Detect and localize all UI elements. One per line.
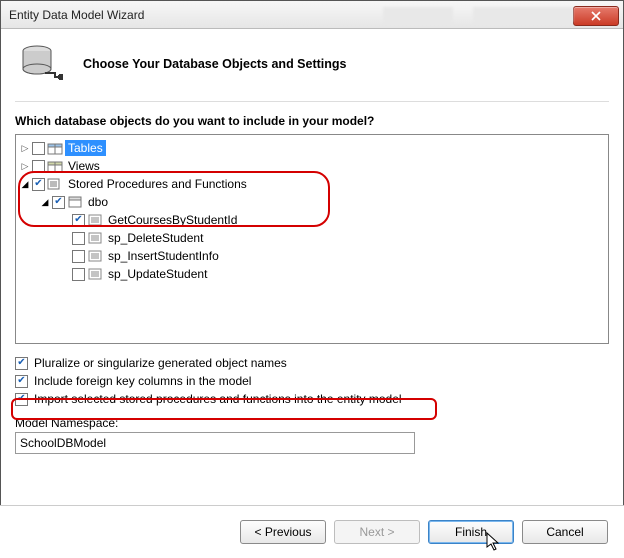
database-icon	[19, 41, 65, 87]
checkbox[interactable]: ✔	[32, 178, 45, 191]
close-icon	[591, 11, 601, 21]
tree-node-tables[interactable]: ▷ Tables	[20, 139, 604, 157]
tree-label: sp_UpdateStudent	[105, 266, 210, 282]
checkbox[interactable]	[72, 250, 85, 263]
collapse-caret-icon[interactable]: ◢	[20, 179, 30, 189]
window-close-button[interactable]	[573, 6, 619, 26]
sproc-icon	[87, 249, 103, 263]
tree-label: GetCoursesByStudentId	[105, 212, 240, 228]
wizard-footer: < Previous Next > Finish Cancel	[0, 505, 624, 558]
option-label: Include foreign key columns in the model	[34, 374, 251, 388]
schema-icon	[67, 195, 83, 209]
folder-views-icon	[47, 159, 63, 173]
option-label: Import selected stored procedures and fu…	[34, 392, 402, 406]
checkbox[interactable]: ✔	[15, 357, 28, 370]
checkbox[interactable]: ✔	[15, 393, 28, 406]
checkbox[interactable]	[72, 268, 85, 281]
option-label: Pluralize or singularize generated objec…	[34, 356, 287, 370]
sproc-icon	[87, 213, 103, 227]
sproc-icon	[87, 267, 103, 281]
cancel-button[interactable]: Cancel	[522, 520, 608, 544]
wizard-header: Choose Your Database Objects and Setting…	[15, 39, 609, 102]
option-foreign-keys[interactable]: ✔ Include foreign key columns in the mod…	[15, 374, 609, 388]
tree-label: sp_InsertStudentInfo	[105, 248, 222, 264]
checkbox[interactable]: ✔	[72, 214, 85, 227]
window-title: Entity Data Model Wizard	[9, 8, 363, 22]
collapse-caret-icon[interactable]: ◢	[40, 197, 50, 207]
object-tree[interactable]: ▷ Tables ▷ Views ◢ ✔ Stored Procedures a…	[15, 134, 609, 344]
checkbox[interactable]: ✔	[15, 375, 28, 388]
tree-label: dbo	[85, 194, 111, 210]
previous-button[interactable]: < Previous	[240, 520, 326, 544]
wizard-body: Choose Your Database Objects and Setting…	[1, 29, 623, 454]
options-group: ✔ Pluralize or singularize generated obj…	[15, 356, 609, 454]
folder-tables-icon	[47, 141, 63, 155]
tree-node-sproc-item[interactable]: sp_InsertStudentInfo	[20, 247, 604, 265]
tree-node-sproc-item[interactable]: ✔ GetCoursesByStudentId	[20, 211, 604, 229]
checkbox[interactable]	[72, 232, 85, 245]
sproc-icon	[87, 231, 103, 245]
expand-caret-icon[interactable]: ▷	[20, 161, 30, 171]
tree-label: Tables	[65, 140, 106, 156]
tree-node-sproc-item[interactable]: sp_UpdateStudent	[20, 265, 604, 283]
tree-node-views[interactable]: ▷ Views	[20, 157, 604, 175]
checkbox[interactable]: ✔	[52, 196, 65, 209]
tree-node-dbo[interactable]: ◢ ✔ dbo	[20, 193, 604, 211]
checkbox[interactable]	[32, 142, 45, 155]
wizard-step-title: Choose Your Database Objects and Setting…	[83, 57, 347, 71]
tree-label: Views	[65, 158, 103, 174]
tree-node-sproc-item[interactable]: sp_DeleteStudent	[20, 229, 604, 247]
titlebar-ghost	[383, 7, 453, 23]
tree-node-sprocs[interactable]: ◢ ✔ Stored Procedures and Functions	[20, 175, 604, 193]
question-label: Which database objects do you want to in…	[15, 114, 609, 128]
option-pluralize[interactable]: ✔ Pluralize or singularize generated obj…	[15, 356, 609, 370]
finish-button[interactable]: Finish	[428, 520, 514, 544]
titlebar: Entity Data Model Wizard	[1, 1, 623, 29]
tree-label: Stored Procedures and Functions	[65, 176, 250, 192]
option-import-sprocs[interactable]: ✔ Import selected stored procedures and …	[15, 392, 609, 406]
namespace-label: Model Namespace:	[15, 416, 609, 430]
folder-sprocs-icon	[47, 177, 63, 191]
tree-label: sp_DeleteStudent	[105, 230, 206, 246]
namespace-input[interactable]	[15, 432, 415, 454]
titlebar-ghost	[473, 7, 573, 23]
expand-caret-icon[interactable]: ▷	[20, 143, 30, 153]
checkbox[interactable]	[32, 160, 45, 173]
next-button: Next >	[334, 520, 420, 544]
